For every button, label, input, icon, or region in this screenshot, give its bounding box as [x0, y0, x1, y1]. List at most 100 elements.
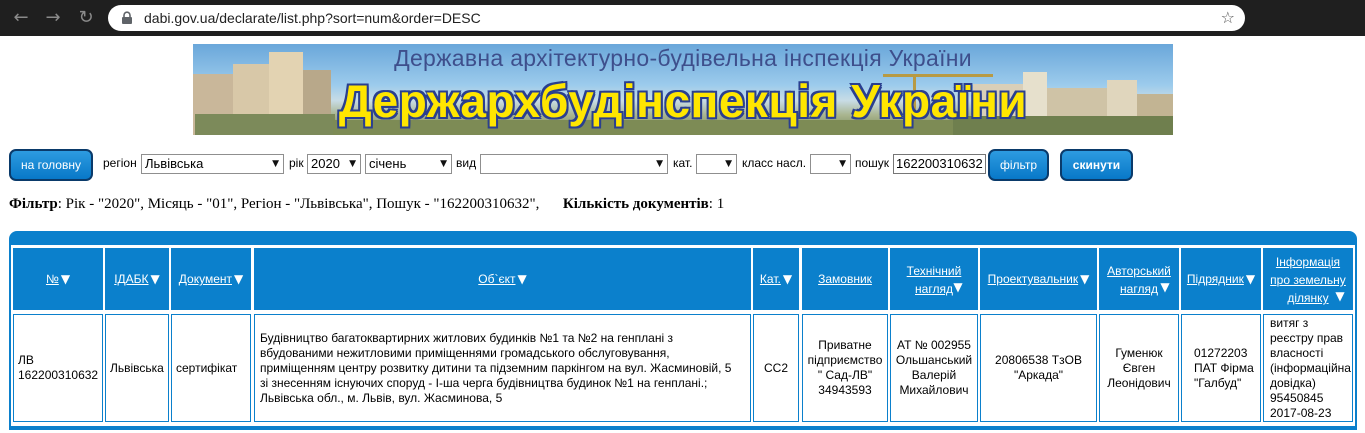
cell-land-line4: (інформаційна: [1270, 360, 1351, 375]
cell-land-line3: власності: [1270, 345, 1324, 360]
class-select[interactable]: ▼: [810, 154, 851, 174]
region-select[interactable]: Львівська ▼: [141, 154, 284, 174]
type-label: вид: [456, 156, 477, 170]
sort-link-object[interactable]: Об`єкт: [478, 270, 515, 288]
cell-num: ЛВ 162200310632: [13, 314, 103, 422]
home-button[interactable]: на головну: [9, 149, 93, 181]
column-header-author-supervision[interactable]: Авторський нагляд ▼: [1099, 248, 1179, 310]
sort-triangle-icon[interactable]: ▼: [1335, 289, 1344, 303]
month-select-value: січень: [369, 156, 407, 171]
sort-triangle-icon[interactable]: ▼: [783, 272, 792, 286]
sort-triangle-icon[interactable]: ▼: [61, 272, 70, 286]
sort-link-num[interactable]: №: [46, 270, 59, 288]
site-banner[interactable]: Державна архітектурно-будівельна інспекц…: [193, 44, 1173, 135]
header-author-label-line2: нагляд: [1120, 282, 1158, 296]
reload-icon[interactable]: ↻: [74, 6, 98, 30]
sort-triangle-icon[interactable]: ▼: [517, 272, 526, 286]
search-input[interactable]: 162200310632: [893, 154, 986, 174]
sort-triangle-icon[interactable]: ▼: [1080, 272, 1089, 286]
month-select[interactable]: січень ▼: [365, 154, 452, 174]
filter-summary: Фільтр: Рік - "2020", Місяць - "01", Рег…: [9, 196, 724, 213]
column-header-cat[interactable]: Кат. ▼: [753, 248, 799, 310]
header-land-label-line3: ділянку: [1287, 291, 1329, 305]
address-bar[interactable]: dabi.gov.ua/declarate/list.php?sort=num&…: [108, 5, 1245, 31]
header-contractor-label: Підрядник: [1186, 272, 1244, 286]
cell-designer: 20806538 ТзОВ "Аркада": [980, 314, 1097, 422]
cell-land-line7: 2017-08-23: [1270, 405, 1332, 420]
cell-contractor-line2: ПАТ Фірма: [1194, 360, 1254, 375]
sort-link-cat[interactable]: Кат.: [760, 270, 781, 288]
cell-customer-line4: 34943593: [818, 383, 872, 397]
dropdown-arrow-icon: ▼: [725, 159, 732, 169]
cell-contractor: 01272203 ПАТ Фірма "Галбуд": [1181, 314, 1261, 422]
cell-designer-line2: "Аркада": [1013, 368, 1064, 382]
column-header-designer[interactable]: Проектувальник ▼: [980, 248, 1097, 310]
cell-tech-line1: АТ № 002955: [897, 338, 971, 352]
sort-triangle-icon[interactable]: ▼: [1160, 280, 1169, 294]
cell-object-line1: Будівництво багатоквартирних житлових бу…: [260, 330, 673, 345]
dropdown-arrow-icon: ▼: [839, 159, 846, 169]
cell-cat: СС2: [753, 314, 799, 422]
sort-link-designer[interactable]: Проектувальник: [988, 270, 1078, 288]
header-customer-label: Замовник: [818, 272, 872, 286]
cell-customer-line2: підприємство: [807, 353, 883, 367]
column-header-num[interactable]: № ▼: [13, 248, 103, 310]
sort-link-contractor[interactable]: Підрядник: [1187, 270, 1244, 288]
dropdown-arrow-icon: ▼: [349, 159, 356, 169]
column-header-idabk[interactable]: ІДАБК ▼: [105, 248, 169, 310]
header-land-label-line1: Інформація: [1275, 255, 1341, 269]
column-header-land-info[interactable]: Інформація про земельну ділянку ▼: [1263, 248, 1353, 310]
cell-num-line2: 162200310632: [18, 368, 99, 382]
url-text[interactable]: dabi.gov.ua/declarate/list.php?sort=num&…: [144, 10, 481, 26]
cell-tech-supervision: АТ № 002955 Ольшанський Валерій Михайлов…: [890, 314, 978, 422]
cell-customer-line3: " Сад-ЛВ": [817, 368, 873, 382]
cell-designer-line1: 20806538 ТзОВ: [995, 353, 1082, 367]
column-header-document[interactable]: Документ ▼: [171, 248, 251, 310]
banner-subtitle: Державна архітектурно-будівельна інспекц…: [394, 45, 972, 71]
document-count-value: : 1: [708, 196, 725, 212]
cell-contractor-line1: 01272203: [1194, 345, 1248, 360]
results-table-body: № ▼ ІДАБК ▼ Документ ▼ Об`єкт ▼ Кат. ▼ Замовн…: [11, 245, 1355, 430]
cell-author-line3: Леонідович: [1107, 375, 1171, 390]
header-designer-label: Проектувальник: [987, 272, 1079, 286]
sort-triangle-icon[interactable]: ▼: [234, 272, 243, 286]
document-count-label: Кількість документів: [562, 196, 709, 212]
reset-button[interactable]: скинути: [1060, 149, 1133, 181]
cell-tech-line2: Ольшанський: [895, 353, 973, 367]
column-header-customer[interactable]: Замовник: [802, 248, 888, 310]
browser-toolbar: ← → ↻ dabi.gov.ua/declarate/list.php?sor…: [0, 0, 1365, 36]
sort-link-customer[interactable]: Замовник: [818, 270, 872, 288]
cell-author-line2: Євген: [1122, 360, 1156, 375]
cell-idabk-value: Львівська: [110, 360, 164, 375]
category-select[interactable]: ▼: [696, 154, 737, 174]
sort-triangle-icon[interactable]: ▼: [1246, 272, 1255, 286]
cell-land-line1: витяг з: [1270, 315, 1309, 330]
type-select[interactable]: ▼: [480, 154, 668, 174]
dropdown-arrow-icon: ▼: [272, 159, 279, 169]
sort-link-document[interactable]: Документ: [179, 270, 232, 288]
year-select[interactable]: 2020 ▼: [307, 154, 361, 174]
class-label: класс насл.: [742, 156, 807, 170]
lock-icon[interactable]: [120, 11, 134, 25]
header-cat-label: Кат.: [759, 272, 781, 286]
column-header-tech-supervision[interactable]: Технічний нагляд ▼: [890, 248, 978, 310]
filter-button[interactable]: фільтр: [988, 149, 1049, 181]
column-header-contractor[interactable]: Підрядник ▼: [1181, 248, 1261, 310]
cell-tech-line3: Валерій: [911, 368, 957, 382]
header-object-label: Об`єкт: [478, 272, 516, 286]
cell-num-line1: ЛВ: [18, 353, 34, 367]
forward-icon[interactable]: →: [41, 6, 65, 30]
search-label: пошук: [855, 156, 890, 170]
back-icon[interactable]: ←: [9, 6, 33, 30]
filter-summary-text: : Рік - "2020", Місяць - "01", Регіон - …: [57, 196, 540, 212]
sort-triangle-icon[interactable]: ▼: [953, 280, 962, 294]
cell-document-value: сертифікат: [176, 360, 238, 375]
sort-triangle-icon[interactable]: ▼: [151, 272, 160, 286]
cell-author-supervision: Гуменюк Євген Леонідович: [1099, 314, 1179, 422]
dropdown-arrow-icon: ▼: [440, 159, 447, 169]
bookmark-star-icon[interactable]: ☆: [1221, 8, 1235, 28]
cell-contractor-line3: "Галбуд": [1194, 375, 1242, 390]
column-header-object[interactable]: Об`єкт ▼: [254, 248, 751, 310]
sort-link-idabk[interactable]: ІДАБК: [114, 270, 148, 288]
filter-summary-label: Фільтр: [9, 196, 58, 212]
